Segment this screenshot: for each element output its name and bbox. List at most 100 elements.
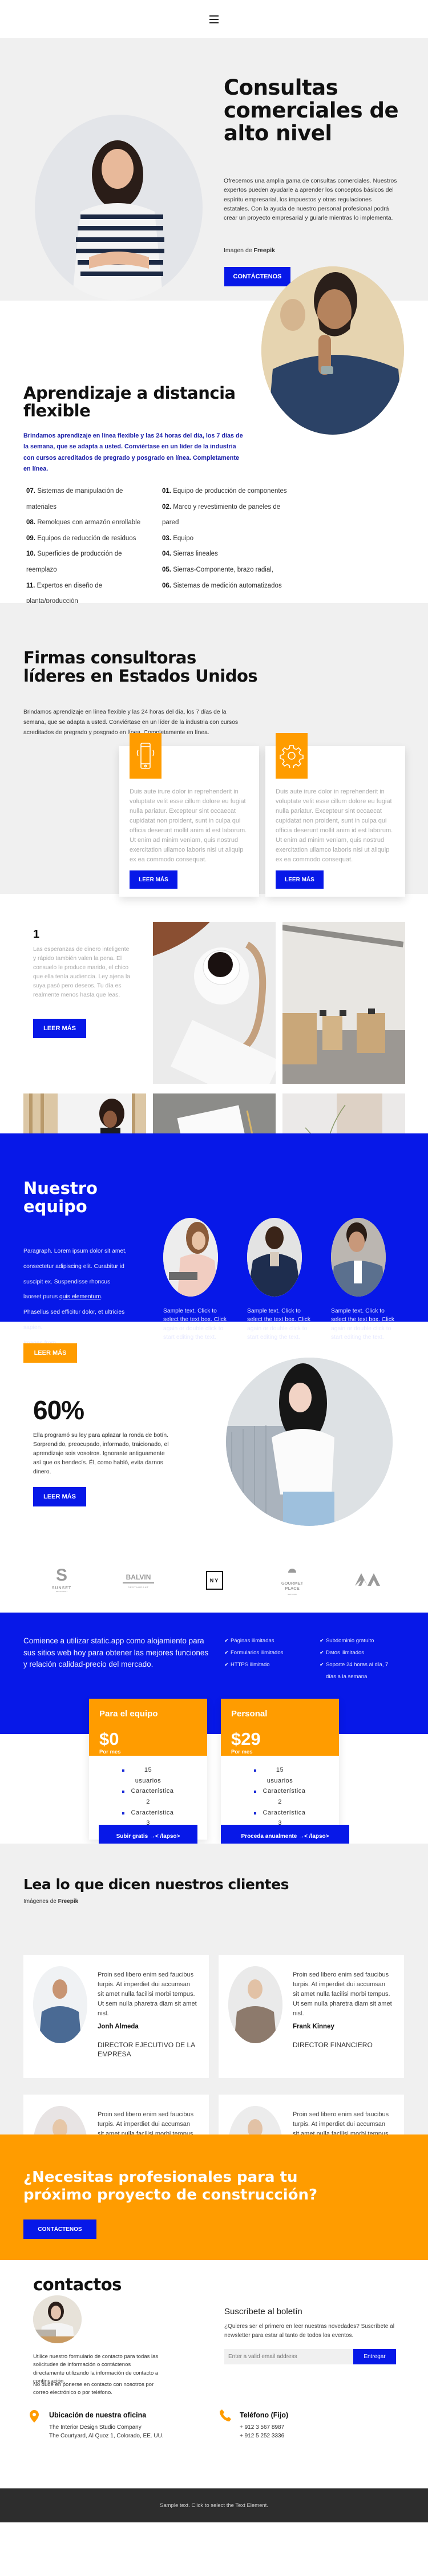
team-member-photo (247, 1218, 302, 1297)
pricing-section: Comience a utilizar static.app como aloj… (0, 1613, 428, 1848)
newsletter-title: Suscríbete al boletín (224, 2307, 302, 2316)
pricing-intro: Comience a utilizar static.app como aloj… (23, 1637, 209, 1669)
client-avatar (228, 1966, 282, 2043)
contact-title: contactos (33, 2275, 122, 2294)
consulting-firms-section: Firmas consultoras líderes en Estados Un… (0, 603, 428, 897)
gourmet-place-logo: GOURMET PLACE NEW YORK (276, 1569, 309, 1595)
feature-item: ✔ Páginas ilimitadas (224, 1638, 274, 1644)
equipment-list-item: 06. Sistemas de medición automatizados (162, 582, 282, 589)
pricing-card: Personal $29 Por mes 15 usuarios Caracter… (221, 1699, 349, 1848)
testimonial-text: Proin sed libero enim sed faucibus turpi… (293, 1971, 392, 2018)
gear-icon (276, 733, 308, 779)
gallery-number: 1 (33, 928, 40, 941)
client-name: Jonh Almeda (98, 2023, 139, 2030)
freepik-link[interactable]: Freepik (58, 1898, 79, 1905)
sunset-logo: S SUNSET RESTAURANT (51, 1566, 72, 1593)
plan-period: Por mes (99, 1749, 121, 1755)
woman-laptop-photo (33, 2295, 82, 2343)
office-location-title: Ubicación de nuestra oficina (49, 2411, 147, 2419)
phone-number[interactable]: + 912 5 252 3336 (240, 2432, 284, 2440)
equipment-list-item: 02. Marco y revestimiento de paneles de … (162, 503, 281, 526)
plan-price: $29 (231, 1729, 261, 1749)
hero-image-credit: Imagen de Freepik (224, 247, 275, 254)
coffee-headphones-photo (153, 922, 276, 1084)
gallery-read-more-button[interactable]: LEER MÁS (33, 1019, 86, 1038)
client-role: DIRECTOR EJECUTIVO DE LA EMPRESA (98, 2041, 195, 2059)
hero-contact-button[interactable]: CONTÁCTENOS (224, 267, 290, 286)
plan-feature-item: Característica 2 (122, 1786, 173, 1807)
client-role: DIRECTOR FINANCIERO (293, 2041, 373, 2049)
newsletter-description: ¿Quieres ser el primero en leer nuestras… (224, 2323, 394, 2339)
client-avatar (33, 1966, 87, 2043)
woman-street-photo (226, 1358, 393, 1526)
check-icon: ✔ (224, 1661, 229, 1668)
plan-name: Personal (231, 1709, 268, 1719)
office-interior-photo (282, 922, 405, 1084)
team-member-photo (163, 1218, 218, 1297)
check-icon: ✔ (320, 1649, 324, 1656)
phone-icon (219, 2409, 231, 2425)
equipment-list-item: 08. Remolques con armazón enrollable (26, 519, 141, 526)
site-header (0, 0, 428, 38)
check-icon: ✔ (224, 1638, 229, 1644)
phone-title: Teléfono (Fijo) (240, 2411, 289, 2419)
firms-title: Firmas consultoras líderes en Estados Un… (23, 648, 258, 686)
quis-elementum-link[interactable]: quis elementum (59, 1294, 101, 1300)
feature-item: ✔ Datos ilimitados (320, 1649, 365, 1656)
freepik-link[interactable]: Freepik (254, 247, 275, 254)
cta-title: ¿Necesitas profesionales para tu próximo… (23, 2169, 318, 2204)
hero-description: Ofrecemos una amplia gama de consultas c… (224, 177, 397, 222)
equipment-list-item: 09. Equipos de reducción de residuos (26, 534, 136, 542)
equipment-list-item: 05. Sierras-Componente, brazo radial, (162, 566, 273, 573)
site-footer: Sample text. Click to select the Text El… (0, 2488, 428, 2522)
cta-section: ¿Necesitas profesionales para tu próximo… (0, 2134, 428, 2260)
hamburger-menu-icon[interactable] (209, 15, 219, 23)
phone-number[interactable]: + 912 3 567 8987 (240, 2423, 284, 2432)
equipment-list-item: 07. Sistemas de manipulación de material… (26, 488, 123, 511)
plan-period: Por mes (231, 1749, 253, 1755)
read-more-button[interactable]: LEER MÁS (130, 870, 177, 889)
balvin-logo: BALVIN RESTAURANT (123, 1573, 154, 1589)
mountain-logo (355, 1573, 380, 1589)
distance-title: Aprendizaje a distancia flexible (23, 383, 236, 421)
feature-card: Duis aute irure dolor in reprehenderit i… (265, 733, 405, 897)
contact-section: contactos Utilice nuestro formulario de … (0, 2260, 428, 2488)
newsletter-email-input[interactable] (224, 2349, 353, 2364)
feature-item: ✔ HTTPS ilimitado (224, 1661, 270, 1668)
contact-note: No dude en ponerse en contacto con nosot… (33, 2381, 154, 2396)
distance-description: Brindamos aprendizaje en línea flexible … (23, 432, 243, 473)
equipment-list-item: 04. Sierras lineales (162, 550, 218, 558)
newsletter-submit-button[interactable]: Entregar (353, 2349, 396, 2364)
hero-woman-photo (35, 115, 203, 301)
read-more-button[interactable]: LEER MÁS (276, 870, 324, 889)
team-member-photo (331, 1218, 386, 1297)
distance-learning-section: Aprendizaje a distancia flexible Brindam… (0, 266, 428, 621)
smartphone-icon (130, 733, 161, 779)
gallery-section: 1 Las esperanzas de dinero inteligente y… (0, 894, 428, 1228)
ny-logo: NY (206, 1571, 223, 1590)
equipment-list-right: 01. Equipo de producción de componentes 0… (162, 484, 293, 594)
card-text: Duis aute irure dolor in reprehenderit i… (130, 788, 247, 864)
equipment-list-item: 01. Equipo de producción de componentes (162, 488, 287, 495)
hero-section: Consultas comerciales de alto nivel Ofre… (0, 38, 428, 301)
features-list-left: ✔ Páginas ilimitadas ✔ Formularios ilimitad… (224, 1635, 283, 1671)
footer-text: Sample text. Click to select the Text El… (160, 2502, 268, 2509)
testimonial-text: Proin sed libero enim sed faucibus turpi… (98, 1971, 197, 2018)
plan-price: $0 (99, 1729, 119, 1749)
feature-item: ✔ Subdominio gratuito (320, 1638, 374, 1644)
statistic-read-more-button[interactable]: LEER MÁS (33, 1487, 86, 1506)
pricing-banner: Comience a utilizar static.app como aloj… (0, 1613, 428, 1734)
hero-title: Consultas comerciales de alto nivel (224, 75, 399, 145)
gallery-description: Las esperanzas de dinero inteligente y r… (33, 946, 131, 998)
testimonials-title: Lea lo que dicen nuestros clientes (23, 1876, 289, 1893)
equipment-list-item: 03. Equipo (162, 534, 194, 542)
team-title: Nuestro equipo (23, 1178, 98, 1217)
features-list-right: ✔ Subdominio gratuito ✔ Datos ilimitados ✔ So… (320, 1635, 399, 1683)
plan-feature-item: 15 usuarios (253, 1765, 297, 1786)
phone-numbers: + 912 3 567 8987 + 912 5 252 3336 (240, 2423, 284, 2440)
feature-item: ✔ Soporte 24 horas al día, 7 días a la se… (320, 1661, 389, 1680)
cta-contact-button[interactable]: CONTÁCTENOS (23, 2219, 96, 2239)
feature-item: ✔ Formularios ilimitados (224, 1649, 284, 1656)
testimonials-credit: Imágenes de Freepik (23, 1898, 79, 1905)
office-address: The Interior Design Studio Company The C… (49, 2424, 164, 2439)
